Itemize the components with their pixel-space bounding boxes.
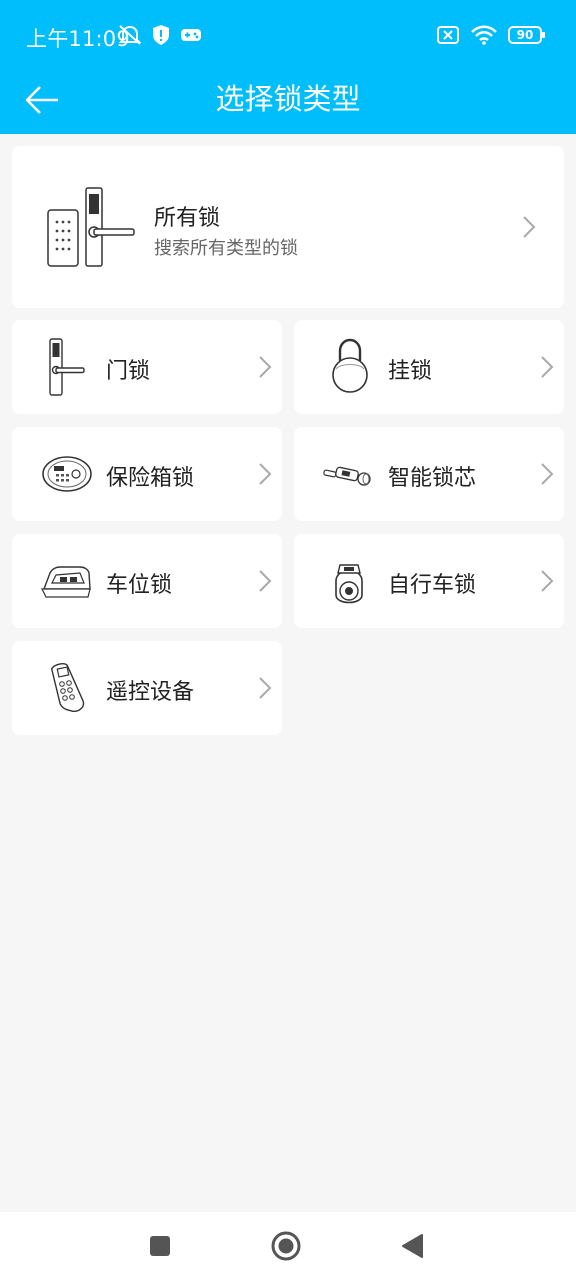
category-safe-lock[interactable]: 保险箱锁 bbox=[12, 427, 282, 521]
recents-button[interactable] bbox=[142, 1228, 178, 1264]
chevron-right-icon bbox=[541, 356, 554, 378]
bike-lock-icon bbox=[335, 564, 363, 604]
category-label: 车位锁 bbox=[106, 573, 173, 598]
status-right-icons: 90 bbox=[436, 24, 546, 46]
category-parking-lock[interactable]: 车位锁 bbox=[12, 534, 282, 628]
all-locks-title: 所有锁 bbox=[154, 206, 221, 231]
chevron-right-icon bbox=[541, 463, 554, 485]
status-time: 上午11:09 bbox=[26, 27, 130, 51]
chevron-right-icon bbox=[259, 463, 272, 485]
smart-lock-icon bbox=[47, 187, 135, 267]
door-lock-icon bbox=[49, 338, 85, 396]
chevron-right-icon bbox=[259, 356, 272, 378]
battery-indicator: 90 bbox=[508, 25, 546, 45]
category-label: 保险箱锁 bbox=[106, 466, 195, 491]
category-remote-control[interactable]: 遥控设备 bbox=[12, 641, 282, 735]
category-label: 遥控设备 bbox=[106, 680, 195, 705]
bell-muted-icon bbox=[118, 25, 142, 45]
back-nav-button[interactable] bbox=[394, 1228, 430, 1264]
padlock-icon bbox=[332, 338, 368, 393]
gamepad-icon bbox=[181, 29, 201, 41]
category-label: 门锁 bbox=[106, 359, 151, 384]
all-locks-card[interactable]: 所有锁 搜索所有类型的锁 bbox=[12, 146, 564, 308]
category-label: 挂锁 bbox=[388, 359, 433, 384]
lock-cylinder-icon bbox=[323, 466, 371, 486]
chevron-right-icon bbox=[259, 570, 272, 592]
battery-level: 90 bbox=[516, 28, 534, 42]
page-title: 选择锁类型 bbox=[215, 82, 361, 116]
square-icon bbox=[150, 1236, 170, 1256]
circle-icon bbox=[271, 1231, 301, 1261]
category-padlock[interactable]: 挂锁 bbox=[294, 320, 564, 414]
triangle-back-icon bbox=[402, 1234, 423, 1258]
category-lock-cylinder[interactable]: 智能锁芯 bbox=[294, 427, 564, 521]
app-bar: 选择锁类型 bbox=[0, 70, 576, 134]
chevron-right-icon bbox=[523, 216, 536, 238]
wifi-icon bbox=[471, 25, 497, 45]
parking-lock-icon bbox=[41, 566, 91, 598]
system-nav-bar bbox=[0, 1212, 576, 1280]
chevron-right-icon bbox=[541, 570, 554, 592]
shield-alert-icon bbox=[153, 25, 169, 45]
sim-disabled-icon bbox=[437, 26, 459, 44]
status-left-icons bbox=[118, 24, 202, 46]
category-bike-lock[interactable]: 自行车锁 bbox=[294, 534, 564, 628]
status-bar: 上午11:09 90 bbox=[0, 0, 576, 70]
safe-lock-icon bbox=[42, 456, 92, 492]
category-label: 智能锁芯 bbox=[388, 466, 477, 491]
category-label: 自行车锁 bbox=[388, 573, 477, 598]
category-door-lock[interactable]: 门锁 bbox=[12, 320, 282, 414]
all-locks-subtitle: 搜索所有类型的锁 bbox=[154, 238, 298, 259]
home-button[interactable] bbox=[268, 1228, 304, 1264]
chevron-right-icon bbox=[259, 677, 272, 699]
remote-control-icon bbox=[50, 663, 85, 712]
